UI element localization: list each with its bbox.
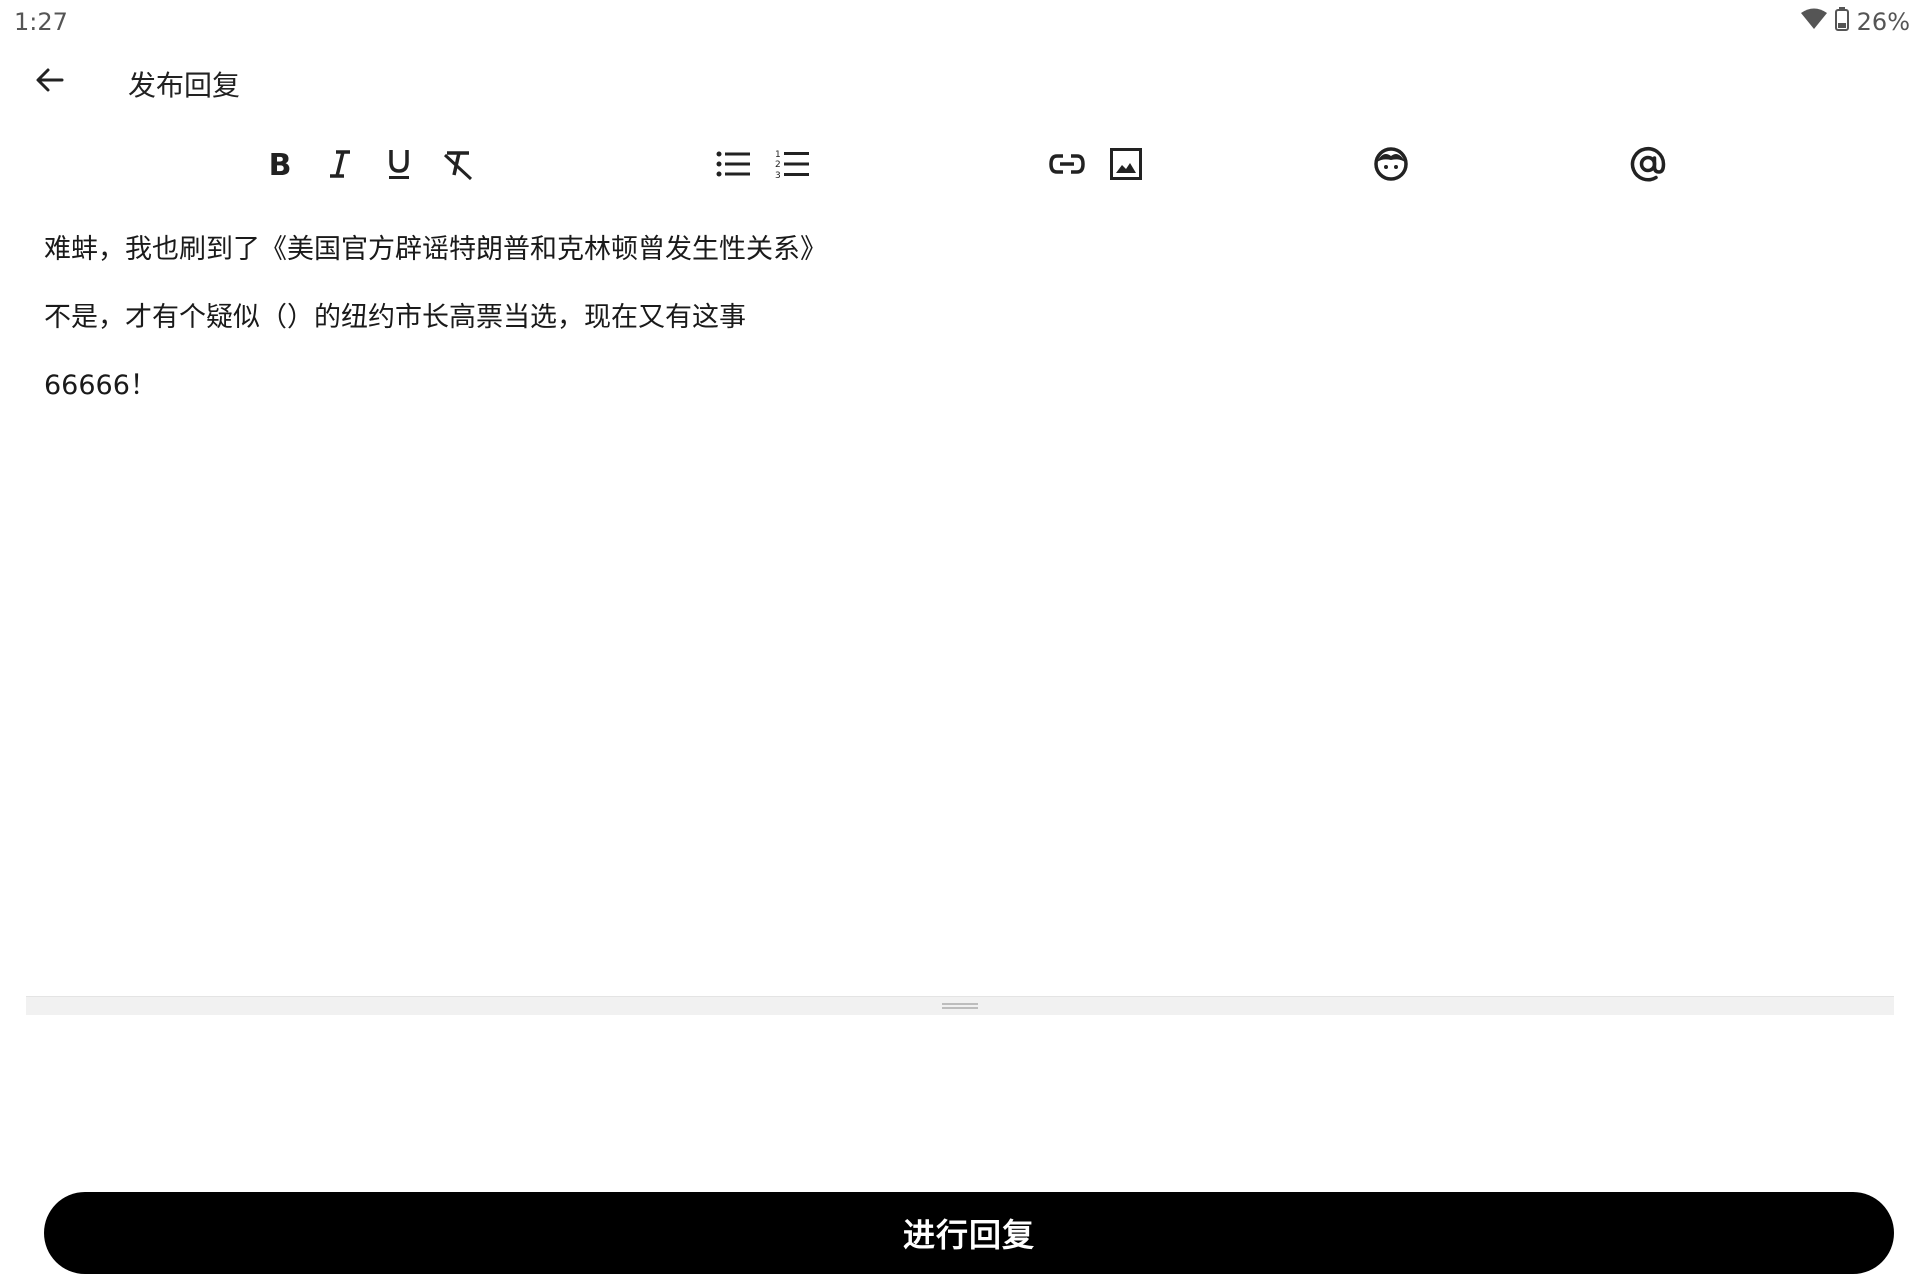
drag-handle-icon xyxy=(942,1003,978,1009)
emoji-icon xyxy=(1373,146,1409,182)
bold-button[interactable]: B xyxy=(254,134,306,194)
editor-line: 难蚌，我也刷到了《美国官方辟谣特朗普和克林顿曾发生性关系》 xyxy=(44,234,827,265)
at-icon xyxy=(1629,145,1667,183)
status-bar: 1:27 26% xyxy=(0,0,1920,42)
editor-resize-handle[interactable] xyxy=(26,996,1894,1015)
svg-text:3: 3 xyxy=(775,171,781,180)
status-icons: 26% xyxy=(1800,7,1910,37)
emoji-button[interactable] xyxy=(1365,134,1417,194)
bold-icon: B xyxy=(265,148,295,180)
mention-button[interactable] xyxy=(1622,134,1674,194)
image-icon xyxy=(1109,147,1143,181)
image-button[interactable] xyxy=(1100,134,1152,194)
svg-text:B: B xyxy=(269,148,292,180)
underline-button[interactable] xyxy=(373,134,425,194)
reply-editor-screen: 1:27 26% 发布回复 B 1 2 3 难蚌，我也刷到了《美国官方辟谣特朗普… xyxy=(0,0,1920,1280)
clear-format-icon xyxy=(441,147,475,181)
back-button[interactable] xyxy=(30,62,70,102)
battery-icon xyxy=(1834,7,1849,37)
italic-button[interactable] xyxy=(314,134,366,194)
editor-line: 66666！ xyxy=(44,370,157,401)
link-icon xyxy=(1048,152,1086,176)
svg-text:2: 2 xyxy=(775,160,781,170)
bulleted-list-button[interactable] xyxy=(707,134,759,194)
battery-percent: 26% xyxy=(1856,8,1910,36)
italic-icon xyxy=(325,148,355,180)
status-time: 1:27 xyxy=(14,8,68,36)
editor-line: 不是，才有个疑似（）的纽约市长高票当选，现在又有这事 xyxy=(44,302,746,333)
svg-text:1: 1 xyxy=(775,150,781,160)
arrow-left-icon xyxy=(34,64,66,100)
link-button[interactable] xyxy=(1041,134,1093,194)
numbered-list-button[interactable]: 1 2 3 xyxy=(766,134,818,194)
underline-icon xyxy=(384,147,414,181)
app-bar: 发布回复 xyxy=(0,56,1920,106)
submit-reply-button[interactable]: 进行回复 xyxy=(44,1192,1894,1274)
wifi-icon xyxy=(1800,8,1827,36)
reply-editor[interactable]: 难蚌，我也刷到了《美国官方辟谣特朗普和克林顿曾发生性关系》 不是，才有个疑似（）… xyxy=(44,230,1876,990)
bulleted-list-icon xyxy=(715,149,751,179)
clear-format-button[interactable] xyxy=(432,134,484,194)
page-title: 发布回复 xyxy=(128,69,241,102)
formatting-toolbar: B 1 2 3 xyxy=(0,134,1920,194)
numbered-list-icon: 1 2 3 xyxy=(774,148,810,180)
